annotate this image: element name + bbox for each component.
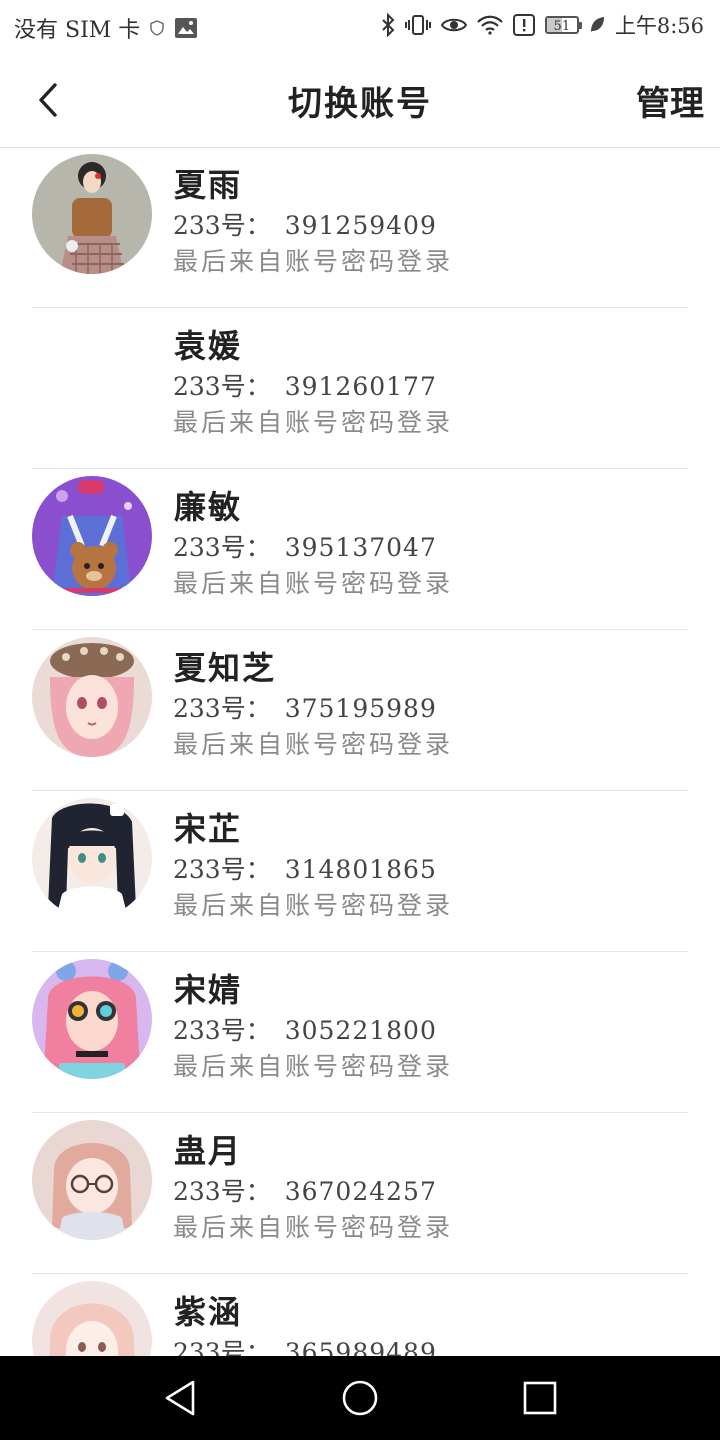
leaf-icon (589, 16, 605, 34)
account-item[interactable]: 紫涵 233号： 365989489 (32, 1275, 688, 1356)
avatar (32, 1120, 152, 1240)
manage-button[interactable]: 管理 (636, 76, 704, 125)
clock-text: 上午8:56 (614, 14, 704, 38)
wifi-icon (477, 15, 503, 35)
home-circle-icon (342, 1380, 378, 1416)
account-id-label: 233号： (173, 372, 271, 401)
account-id-label: 233号： (173, 1177, 271, 1206)
account-id-label: 233号： (173, 694, 271, 723)
page-title: 切换账号 (288, 84, 432, 124)
account-name: 夏知芝 (174, 649, 277, 687)
account-id: 305221800 (284, 1016, 437, 1045)
battery-icon: 51 (544, 16, 582, 34)
carrier-text: 没有 SIM 卡 (14, 18, 141, 43)
recents-square-icon (523, 1381, 557, 1415)
eye-icon (440, 16, 467, 34)
account-id-row: 233号： 305221800 (173, 1011, 437, 1047)
account-item[interactable]: 宋婧 233号： 305221800 最后来自账号密码登录 (32, 953, 688, 1113)
image-icon (174, 17, 198, 39)
login-info: 最后来自账号密码登录 (173, 247, 454, 276)
account-list[interactable]: 夏雨 233号： 391259409 最后来自账号密码登录 袁媛 233号： 391… (0, 148, 720, 1356)
account-item[interactable]: 蛊月 233号： 367024257 最后来自账号密码登录 (32, 1114, 688, 1274)
account-item[interactable]: 廉敏 233号： 395137047 最后来自账号密码登录 (32, 470, 688, 630)
alert-icon (512, 14, 535, 36)
account-name: 廉敏 (174, 488, 243, 526)
avatar-empty (32, 315, 152, 435)
battery-level: 51 (553, 19, 571, 34)
account-id-row: 233号： 365989489 (173, 1333, 437, 1356)
shield-icon (150, 20, 164, 36)
avatar (32, 154, 152, 274)
login-info: 最后来自账号密码登录 (173, 891, 454, 920)
account-id-row: 233号： 367024257 (173, 1172, 437, 1208)
avatar (32, 798, 152, 918)
login-info: 最后来自账号密码登录 (173, 569, 454, 598)
login-info: 最后来自账号密码登录 (173, 1213, 454, 1242)
bluetooth-icon (381, 13, 395, 37)
switch-account-screen: 没有 SIM 卡 51 上午8:56 切换账号 管理 夏雨 233号： 3912… (0, 0, 720, 1440)
account-item[interactable]: 夏雨 233号： 391259409 最后来自账号密码登录 (32, 148, 688, 308)
account-id: 395137047 (284, 533, 437, 562)
account-name: 宋芷 (174, 810, 243, 848)
nav-home-button[interactable] (338, 1376, 382, 1420)
login-info: 最后来自账号密码登录 (173, 730, 454, 759)
account-id-row: 233号： 395137047 (173, 528, 437, 564)
login-info: 最后来自账号密码登录 (173, 1052, 454, 1081)
account-id: 365989489 (284, 1338, 437, 1356)
account-item[interactable]: 袁媛 233号： 391260177 最后来自账号密码登录 (32, 309, 688, 469)
status-bar: 没有 SIM 卡 51 上午8:56 (0, 0, 720, 52)
login-info: 最后来自账号密码登录 (173, 408, 454, 437)
account-id-label: 233号： (173, 1016, 271, 1045)
nav-recents-button[interactable] (518, 1376, 562, 1420)
account-id-row: 233号： 314801865 (173, 850, 437, 886)
account-id-row: 233号： 391260177 (173, 367, 437, 403)
avatar (32, 476, 152, 596)
account-id: 375195989 (284, 694, 437, 723)
account-id-row: 233号： 375195989 (173, 689, 437, 725)
nav-back-button[interactable] (158, 1376, 202, 1420)
account-id: 367024257 (284, 1177, 437, 1206)
avatar (32, 1281, 152, 1356)
account-id-label: 233号： (173, 1338, 271, 1356)
account-id: 314801865 (284, 855, 437, 884)
account-id-row: 233号： 391259409 (173, 206, 437, 242)
back-triangle-icon (165, 1380, 195, 1416)
account-item[interactable]: 夏知芝 233号： 375195989 最后来自账号密码登录 (32, 631, 688, 791)
account-name: 袁媛 (174, 327, 243, 365)
system-nav-bar (0, 1356, 720, 1440)
account-id: 391259409 (284, 211, 437, 240)
account-id: 391260177 (284, 372, 437, 401)
account-name: 蛊月 (174, 1132, 243, 1170)
avatar (32, 637, 152, 757)
vibrate-icon (404, 13, 431, 37)
account-id-label: 233号： (173, 533, 271, 562)
header: 切换账号 管理 (0, 52, 720, 148)
status-left: 没有 SIM 卡 (14, 12, 198, 44)
account-name: 宋婧 (174, 971, 243, 1009)
account-id-label: 233号： (173, 855, 271, 884)
account-name: 紫涵 (174, 1293, 243, 1331)
account-name: 夏雨 (174, 166, 243, 204)
account-id-label: 233号： (173, 211, 271, 240)
account-item[interactable]: 宋芷 233号： 314801865 最后来自账号密码登录 (32, 792, 688, 952)
avatar (32, 959, 152, 1079)
status-right: 51 上午8:56 (381, 10, 704, 40)
